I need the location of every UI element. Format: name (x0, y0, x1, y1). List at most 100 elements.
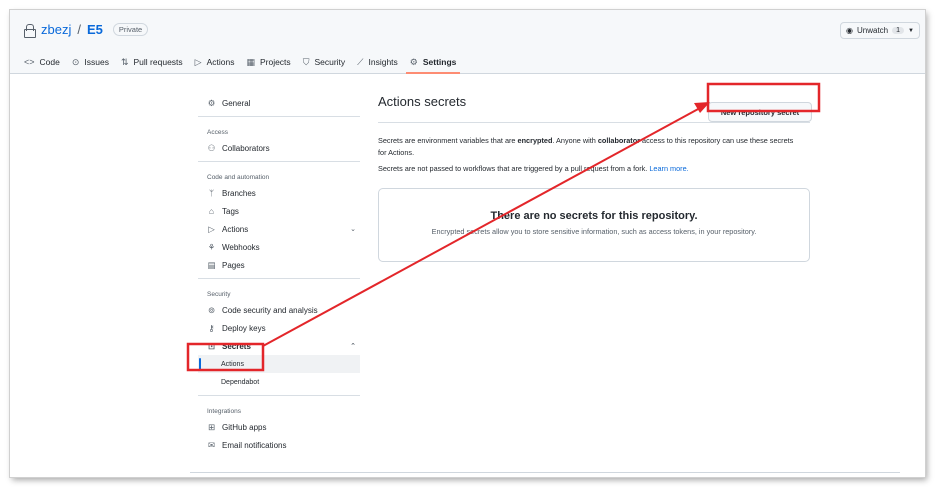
description-text: Secrets are environment variables that a… (378, 136, 518, 145)
page-title: Actions secrets (378, 94, 467, 109)
tab-label: Settings (422, 57, 457, 67)
sidebar-heading-access: Access (207, 129, 228, 136)
table-icon: ▦ (246, 56, 255, 67)
divider (198, 161, 360, 162)
eye-icon: ◉ (846, 26, 853, 35)
sidebar-item-label: Tags (222, 206, 239, 216)
tab-settings[interactable]: ⚙ Settings (404, 50, 463, 74)
sidebar-item-label: General (222, 98, 251, 108)
sidebar-item-actions[interactable]: ▷ Actions ⌄ (198, 220, 360, 238)
browser-icon: ▤ (207, 259, 216, 270)
key-icon: ⚷ (208, 322, 215, 333)
unwatch-label: Unwatch (856, 26, 889, 35)
empty-state-description: Encrypted secrets allow you to store sen… (431, 227, 757, 236)
sidebar-heading-security: Security (207, 291, 231, 298)
description-text: . Anyone with (552, 136, 598, 145)
tab-label: Issues (84, 57, 109, 67)
sidebar-item-label: Pages (222, 260, 245, 270)
sidebar-item-deploy-keys[interactable]: ⚷ Deploy keys (198, 319, 360, 337)
empty-state-box: There are no secrets for this repository… (378, 188, 810, 262)
sidebar-item-tags[interactable]: ⌂ Tags (198, 202, 360, 220)
sidebar-item-email-notifications[interactable]: ✉ Email notifications (198, 436, 360, 454)
unwatch-button[interactable]: ◉ Unwatch 1 ▼ (840, 22, 920, 39)
pull-request-icon: ⇅ (120, 56, 129, 67)
gear-icon: ⚙ (409, 56, 418, 67)
mail-icon: ✉ (207, 439, 216, 450)
divider (198, 395, 360, 396)
description-emphasis: encrypted (517, 136, 553, 145)
sidebar-item-label: Code security and analysis (222, 305, 318, 315)
tab-label: Insights (368, 57, 398, 67)
tab-actions[interactable]: ▷ Actions (189, 50, 241, 74)
tab-label: Security (314, 57, 346, 67)
branch-icon: ᛘ (208, 188, 215, 198)
sidebar-item-secrets[interactable]: ⊡ Secrets ⌃ (198, 337, 360, 355)
visibility-badge: Private (112, 23, 149, 36)
people-icon: ⚇ (207, 142, 216, 153)
tab-pull-requests[interactable]: ⇅ Pull requests (115, 50, 189, 74)
shield-icon: ⛉ (302, 56, 310, 67)
play-icon: ▷ (194, 56, 202, 67)
sidebar-item-label: GitHub apps (222, 422, 267, 432)
browser-frame: zbezj / E5 Private ◉ Unwatch 1 ▼ <> Code… (10, 10, 925, 477)
repo-owner-link[interactable]: zbezj (41, 22, 71, 37)
sidebar-item-label: Branches (222, 188, 256, 198)
fork-note-text: Secrets are not passed to workflows that… (378, 164, 650, 173)
repo-nav-tabs: <> Code ⊙ Issues ⇅ Pull requests ▷ Actio… (18, 50, 462, 74)
tab-label: Actions (206, 57, 235, 67)
divider (198, 116, 360, 117)
settings-sidebar: ⚙ General Access ⚇ Collaborators Code an… (198, 94, 360, 454)
divider (198, 278, 360, 279)
sidebar-heading-code-automation: Code and automation (207, 174, 270, 181)
lock-icon (24, 23, 36, 38)
code-icon: <> (24, 57, 35, 67)
footer-divider (190, 472, 900, 473)
gear-icon: ⚙ (207, 97, 216, 108)
tag-icon: ⌂ (208, 206, 215, 216)
tab-security[interactable]: ⛉ Security (297, 50, 351, 74)
sidebar-item-label: Actions (222, 224, 249, 234)
repo-title: zbezj / E5 Private (24, 22, 149, 38)
codescan-icon: ⊚ (207, 304, 216, 315)
sidebar-heading-integrations: Integrations (207, 408, 241, 415)
caret-down-icon: ▼ (908, 27, 914, 34)
tab-code[interactable]: <> Code (18, 50, 66, 74)
sidebar-item-label: Webhooks (222, 242, 260, 252)
sidebar-item-github-apps[interactable]: ⊞ GitHub apps (198, 418, 360, 436)
sidebar-item-code-security[interactable]: ⊚ Code security and analysis (198, 301, 360, 319)
empty-state-title: There are no secrets for this repository… (490, 210, 698, 222)
tab-label: Code (39, 57, 60, 67)
watch-count: 1 (892, 27, 905, 34)
sidebar-subitem-secrets-actions[interactable]: Actions (198, 355, 360, 373)
learn-more-link[interactable]: Learn more. (649, 164, 688, 173)
graph-icon: ⟋ (357, 56, 364, 67)
divider (378, 122, 810, 123)
sidebar-subitem-secrets-dependabot[interactable]: Dependabot (198, 373, 360, 391)
key-asterisk-icon: ⊡ (207, 340, 216, 351)
sidebar-item-pages[interactable]: ▤ Pages (198, 256, 360, 274)
repo-header: zbezj / E5 Private ◉ Unwatch 1 ▼ <> Code… (10, 10, 925, 74)
sidebar-item-label: Email notifications (222, 440, 287, 450)
apps-icon: ⊞ (207, 421, 216, 432)
tab-projects[interactable]: ▦ Projects (240, 50, 296, 74)
path-separator: / (77, 22, 81, 37)
sidebar-item-label: Deploy keys (222, 323, 266, 333)
sidebar-item-label: Secrets (222, 341, 251, 351)
tab-label: Projects (259, 57, 291, 67)
chevron-up-icon[interactable]: ⌃ (350, 342, 356, 350)
new-repository-secret-button[interactable]: New repository secret (708, 102, 812, 122)
tab-insights[interactable]: ⟋ Insights (351, 50, 404, 74)
sidebar-item-general[interactable]: ⚙ General (198, 94, 360, 112)
sidebar-item-webhooks[interactable]: ⚘ Webhooks (198, 238, 360, 256)
secrets-description: Secrets are environment variables that a… (378, 135, 798, 159)
fork-note: Secrets are not passed to workflows that… (378, 164, 798, 173)
repo-name-link[interactable]: E5 (87, 22, 103, 37)
chevron-down-icon[interactable]: ⌄ (350, 225, 356, 233)
sidebar-item-label: Collaborators (222, 143, 270, 153)
sidebar-item-collaborators[interactable]: ⚇ Collaborators (198, 139, 360, 157)
issue-icon: ⊙ (71, 56, 80, 67)
sidebar-item-branches[interactable]: ᛘ Branches (198, 184, 360, 202)
tab-issues[interactable]: ⊙ Issues (66, 50, 115, 74)
description-emphasis: collaborator (597, 136, 641, 145)
webhook-icon: ⚘ (207, 241, 216, 252)
